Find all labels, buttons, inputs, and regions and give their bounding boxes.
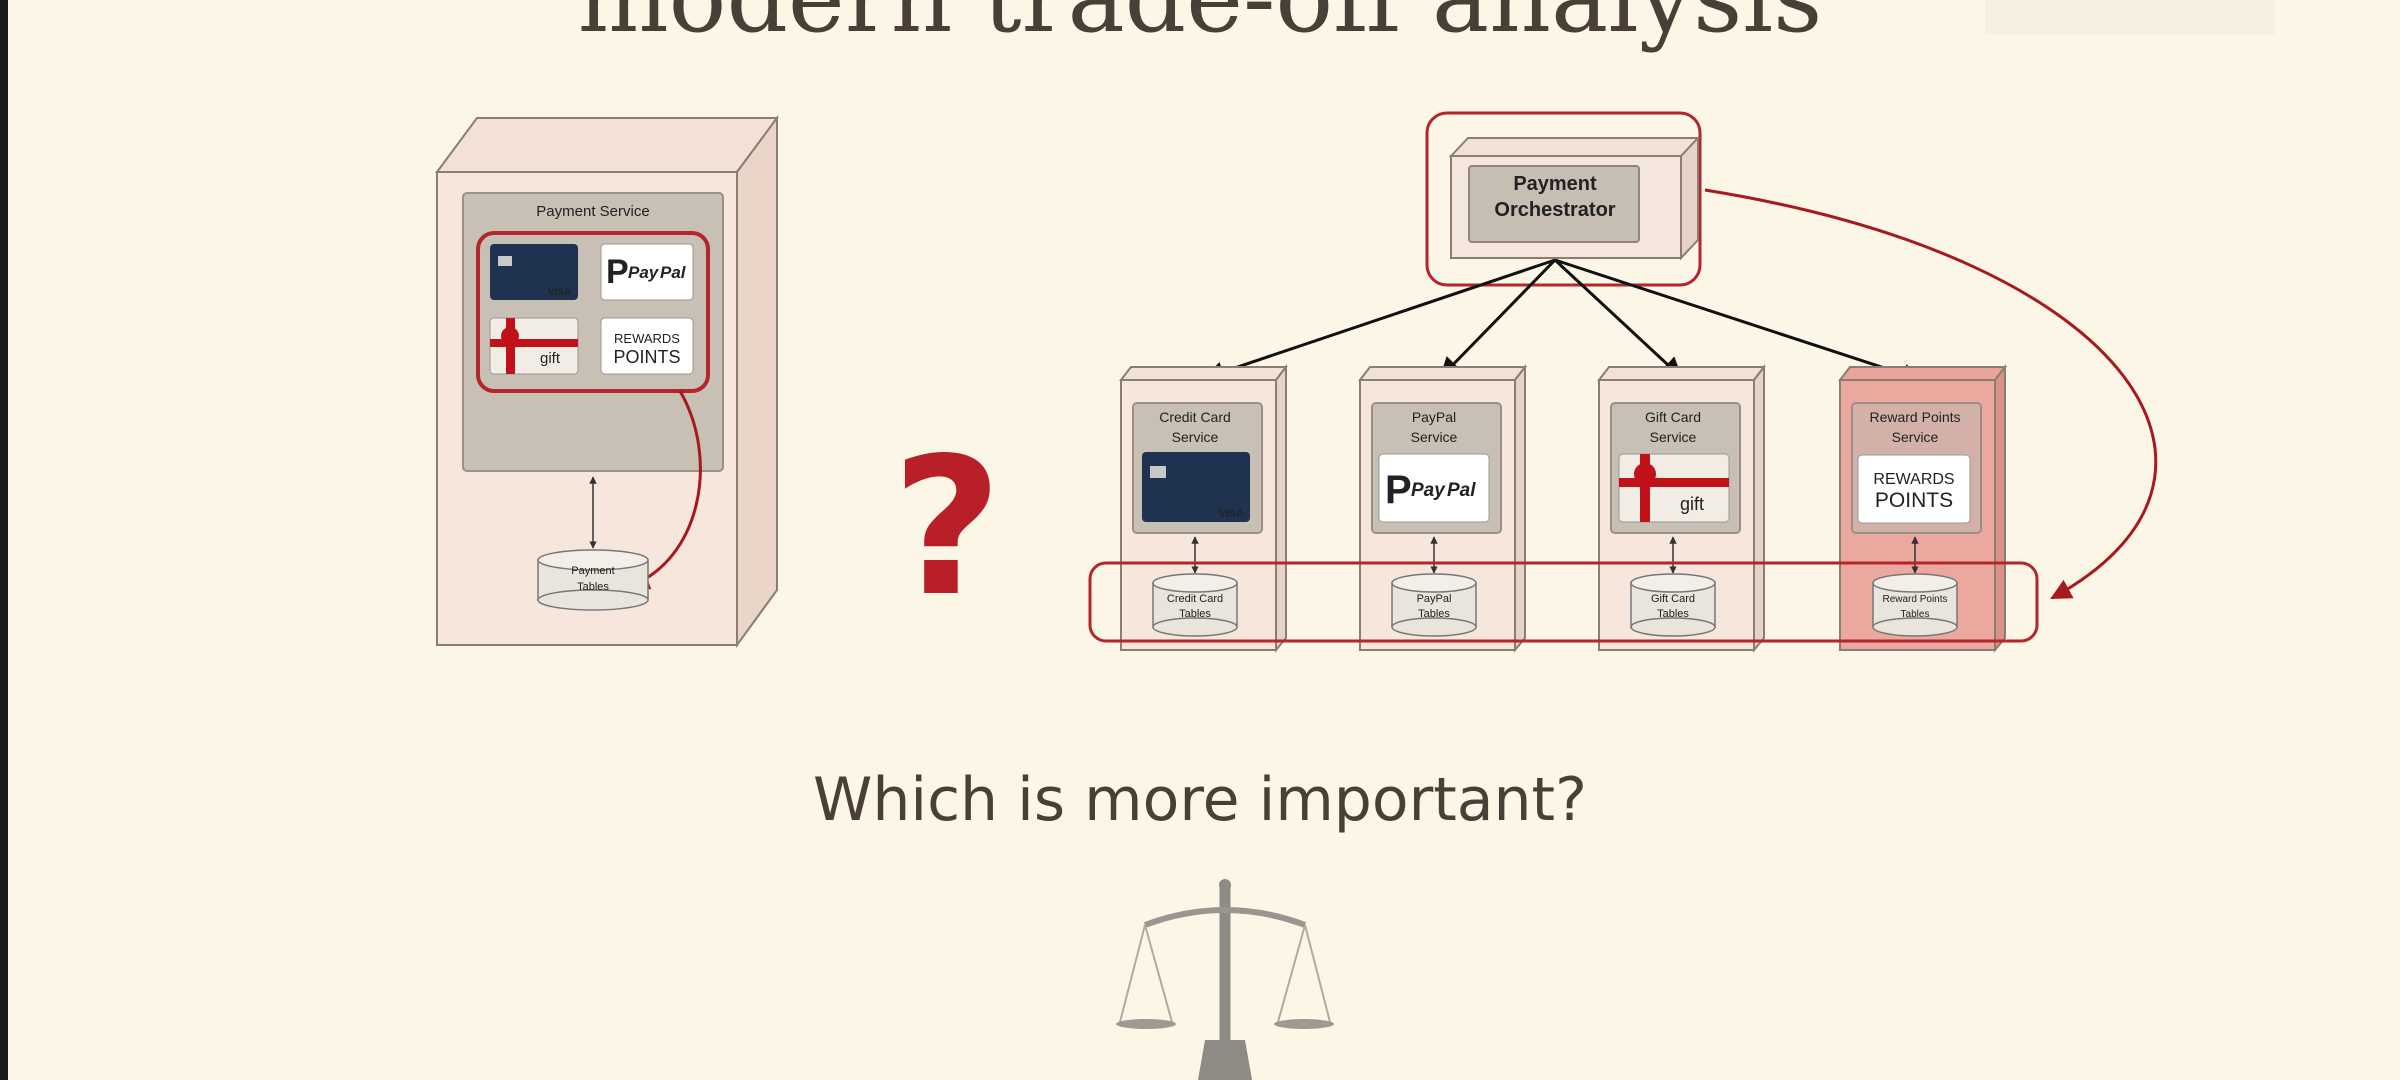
architecture-diagram: Payment Service VISA P Pay Pal gift REWA… <box>435 111 2158 1080</box>
paypal-tables-db-icon <box>1391 573 1477 637</box>
svg-text:Pal: Pal <box>1447 480 1476 501</box>
svg-text:Pay: Pay <box>628 263 660 282</box>
paypal-logo-icon: P Pay Pal <box>600 243 694 301</box>
svg-text:Pay: Pay <box>1411 480 1446 501</box>
gift-card-tables-db-icon <box>1630 573 1716 637</box>
payment-tables-label-2: Tables <box>577 581 609 593</box>
svg-text:P: P <box>1385 468 1412 512</box>
gift-card-tables-label-2: Tables <box>1657 608 1689 620</box>
paypal-logo-icon: P Pay Pal <box>1378 453 1490 523</box>
paypal-service-label-1: PayPal <box>1412 409 1456 425</box>
paypal-tables-label-2: Tables <box>1418 608 1450 620</box>
payment-service-label: Payment Service <box>536 203 649 220</box>
visa-card-icon: VISA <box>490 244 578 300</box>
reward-points-service-label-1: Reward Points <box>1869 409 1960 425</box>
credit-card-tables-label-1: Credit Card <box>1167 593 1223 605</box>
svg-text:REWARDS: REWARDS <box>614 331 680 346</box>
orchestrator-label-1: Payment <box>1513 173 1597 195</box>
gift-card-icon: gift <box>489 317 579 375</box>
paypal-tables-label-1: PayPal <box>1417 593 1452 605</box>
gift-card-icon: gift <box>1618 453 1730 523</box>
reward-points-tables-label-2: Tables <box>1901 609 1930 620</box>
orchestrator-box <box>1448 135 1701 261</box>
question-mark-icon: ? <box>892 417 1002 638</box>
credit-card-tables-label-2: Tables <box>1179 608 1211 620</box>
svg-text:VISA: VISA <box>548 287 571 298</box>
credit-card-service-label-1: Credit Card <box>1159 409 1231 425</box>
payment-tables-label-1: Payment <box>571 565 614 577</box>
rewards-points-icon: REWARDS POINTS <box>600 317 694 375</box>
svg-text:POINTS: POINTS <box>1875 489 1953 512</box>
orchestrator-arrows <box>1203 258 1923 385</box>
reward-points-tables-db-icon <box>1872 573 1958 637</box>
rewards-points-icon: REWARDS POINTS <box>1857 454 1971 524</box>
credit-card-tables-db-icon <box>1152 573 1238 637</box>
svg-text:Pal: Pal <box>660 263 687 282</box>
reward-points-tables-label-1: Reward Points <box>1882 594 1947 605</box>
orchestrator-label-2: Orchestrator <box>1494 199 1615 221</box>
svg-text:POINTS: POINTS <box>613 347 680 367</box>
svg-text:REWARDS: REWARDS <box>1873 471 1954 488</box>
gift-card-service-label-1: Gift Card <box>1645 409 1701 425</box>
payment-tables-db-icon <box>537 549 649 611</box>
svg-text:VISA: VISA <box>1218 508 1244 520</box>
svg-text:P: P <box>606 253 629 291</box>
balance-scale-icon <box>1116 879 1334 1080</box>
credit-card-service-label-2: Service <box>1172 429 1219 445</box>
svg-text:gift: gift <box>1680 494 1704 514</box>
question-text: Which is more important? <box>813 765 1587 835</box>
paypal-service-label-2: Service <box>1411 429 1458 445</box>
visa-card-icon: VISA <box>1142 452 1250 522</box>
svg-text:gift: gift <box>540 350 561 367</box>
gift-card-tables-label-1: Gift Card <box>1651 593 1695 605</box>
reward-points-service-label-2: Service <box>1892 429 1939 445</box>
gift-card-service-label-2: Service <box>1650 429 1697 445</box>
